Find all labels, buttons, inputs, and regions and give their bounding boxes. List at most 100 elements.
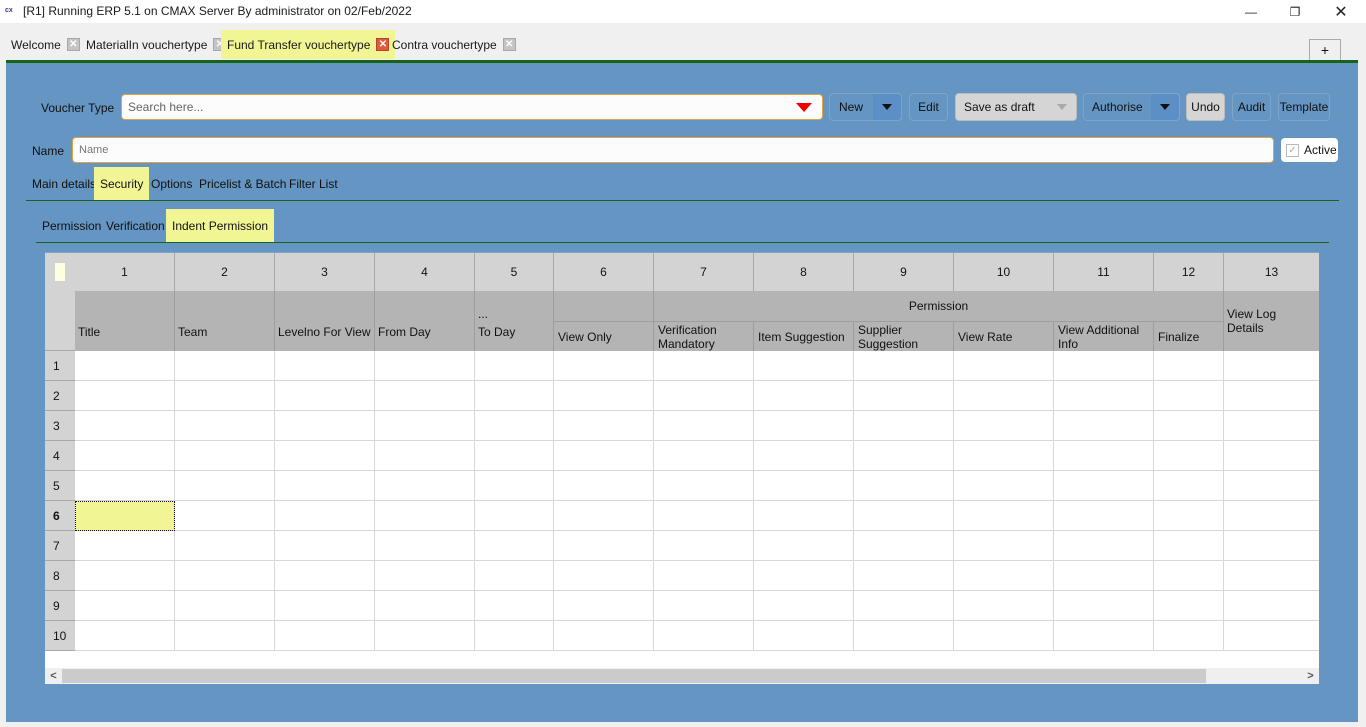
grid-cell[interactable]: [475, 621, 554, 651]
column-header[interactable]: Levelno For View: [275, 291, 375, 351]
name-input[interactable]: Name: [72, 137, 1274, 163]
grid-cell[interactable]: [754, 471, 854, 501]
close-tab-icon[interactable]: ✕: [66, 38, 80, 51]
grid-cell[interactable]: [475, 561, 554, 591]
grid-cell[interactable]: [1054, 441, 1154, 471]
grid-cell[interactable]: [654, 531, 754, 561]
grid-cell[interactable]: [954, 531, 1054, 561]
column-number[interactable]: 5: [475, 253, 554, 291]
save-draft-dropdown-toggle[interactable]: [1048, 94, 1076, 120]
grid-cell[interactable]: [75, 591, 175, 621]
close-window-button[interactable]: ✕: [1318, 0, 1364, 23]
subtab-verification[interactable]: Verification: [100, 209, 171, 242]
grid-cell[interactable]: [954, 561, 1054, 591]
tab-security[interactable]: Security: [94, 167, 150, 200]
grid-cell[interactable]: [554, 411, 654, 441]
save-as-draft-button[interactable]: Save as draft: [955, 93, 1077, 121]
grid-cell[interactable]: [854, 621, 954, 651]
grid-cell[interactable]: [554, 381, 654, 411]
column-number[interactable]: 12: [1154, 253, 1224, 291]
grid-cell[interactable]: [1054, 501, 1154, 531]
grid-cell[interactable]: [854, 381, 954, 411]
column-header[interactable]: View Rate: [954, 321, 1054, 351]
undo-button[interactable]: Undo: [1186, 93, 1225, 121]
grid-cell[interactable]: [854, 561, 954, 591]
grid-cell[interactable]: [175, 381, 275, 411]
grid-cell[interactable]: [954, 351, 1054, 381]
grid-cell[interactable]: [754, 351, 854, 381]
grid-cell[interactable]: [554, 471, 654, 501]
grid-cell[interactable]: [754, 561, 854, 591]
grid-cell[interactable]: [475, 381, 554, 411]
row-number[interactable]: 3: [45, 411, 75, 441]
row-number[interactable]: 6: [45, 501, 75, 531]
horizontal-scrollbar[interactable]: < >: [45, 668, 1319, 684]
grid-cell[interactable]: [1154, 471, 1224, 501]
grid-cell[interactable]: [75, 411, 175, 441]
grid-cell[interactable]: [1054, 531, 1154, 561]
grid-cell[interactable]: [75, 531, 175, 561]
grid-cell[interactable]: [1224, 381, 1319, 411]
grid-cell[interactable]: [654, 381, 754, 411]
grid-cell[interactable]: [954, 381, 1054, 411]
grid-cell[interactable]: [175, 591, 275, 621]
grid-cell[interactable]: [75, 471, 175, 501]
column-header[interactable]: From Day: [375, 291, 475, 351]
edit-button[interactable]: Edit: [909, 93, 948, 121]
grid-cell[interactable]: [1224, 351, 1319, 381]
grid-cell[interactable]: [1224, 561, 1319, 591]
grid-cell[interactable]: [175, 351, 275, 381]
grid-cell[interactable]: [1224, 411, 1319, 441]
grid-cell[interactable]: [75, 621, 175, 651]
grid-cell[interactable]: [375, 441, 475, 471]
grid-cell[interactable]: [275, 531, 375, 561]
grid-cell[interactable]: [175, 441, 275, 471]
grid-cell[interactable]: [1154, 531, 1224, 561]
grid-cell[interactable]: [654, 591, 754, 621]
grid-cell[interactable]: [1154, 501, 1224, 531]
grid-cell[interactable]: [375, 531, 475, 561]
grid-cell[interactable]: [1154, 561, 1224, 591]
doc-tab-materialin[interactable]: MaterialIn vouchertype ✕: [80, 30, 232, 59]
grid-cell[interactable]: [654, 411, 754, 441]
grid-cell[interactable]: [1224, 591, 1319, 621]
new-button[interactable]: New: [829, 93, 902, 121]
grid-cell[interactable]: [1154, 441, 1224, 471]
grid-cell[interactable]: [375, 621, 475, 651]
grid-cell[interactable]: [375, 411, 475, 441]
grid-cell[interactable]: [954, 501, 1054, 531]
column-header[interactable]: View Additional Info: [1054, 321, 1154, 351]
column-number[interactable]: 9: [854, 253, 954, 291]
tab-main-details[interactable]: Main details: [26, 167, 102, 200]
doc-tab-welcome[interactable]: Welcome ✕: [5, 30, 86, 59]
grid-cell[interactable]: [554, 531, 654, 561]
grid-cell[interactable]: [854, 351, 954, 381]
scrollbar-thumb[interactable]: [62, 669, 1206, 683]
dropdown-arrow-icon[interactable]: [796, 103, 812, 112]
grid-cell[interactable]: [654, 441, 754, 471]
row-number[interactable]: 5: [45, 471, 75, 501]
grid-cell[interactable]: [175, 621, 275, 651]
grid-cell[interactable]: [1054, 591, 1154, 621]
grid-cell[interactable]: [175, 411, 275, 441]
row-number[interactable]: 10: [45, 621, 75, 651]
grid-cell[interactable]: [554, 561, 654, 591]
maximize-button[interactable]: ❐: [1272, 0, 1318, 23]
authorise-button[interactable]: Authorise: [1083, 93, 1180, 121]
subtab-permission[interactable]: Permission: [36, 209, 107, 242]
column-header[interactable]: To Day...: [475, 291, 554, 351]
grid-cell[interactable]: [75, 351, 175, 381]
grid-cell[interactable]: [854, 531, 954, 561]
scroll-right-icon[interactable]: >: [1302, 668, 1319, 684]
grid-cell[interactable]: [1054, 561, 1154, 591]
active-checkbox[interactable]: ✓ Active: [1281, 138, 1338, 162]
grid-cell[interactable]: [75, 561, 175, 591]
grid-cell[interactable]: [854, 591, 954, 621]
grid-cell[interactable]: [1054, 381, 1154, 411]
column-header[interactable]: Supplier Suggestion: [854, 321, 954, 351]
grid-cell[interactable]: [854, 471, 954, 501]
grid-cell[interactable]: [275, 381, 375, 411]
column-header[interactable]: Item Suggestion: [754, 321, 854, 351]
grid-cell[interactable]: [275, 591, 375, 621]
grid-cell[interactable]: [1154, 591, 1224, 621]
